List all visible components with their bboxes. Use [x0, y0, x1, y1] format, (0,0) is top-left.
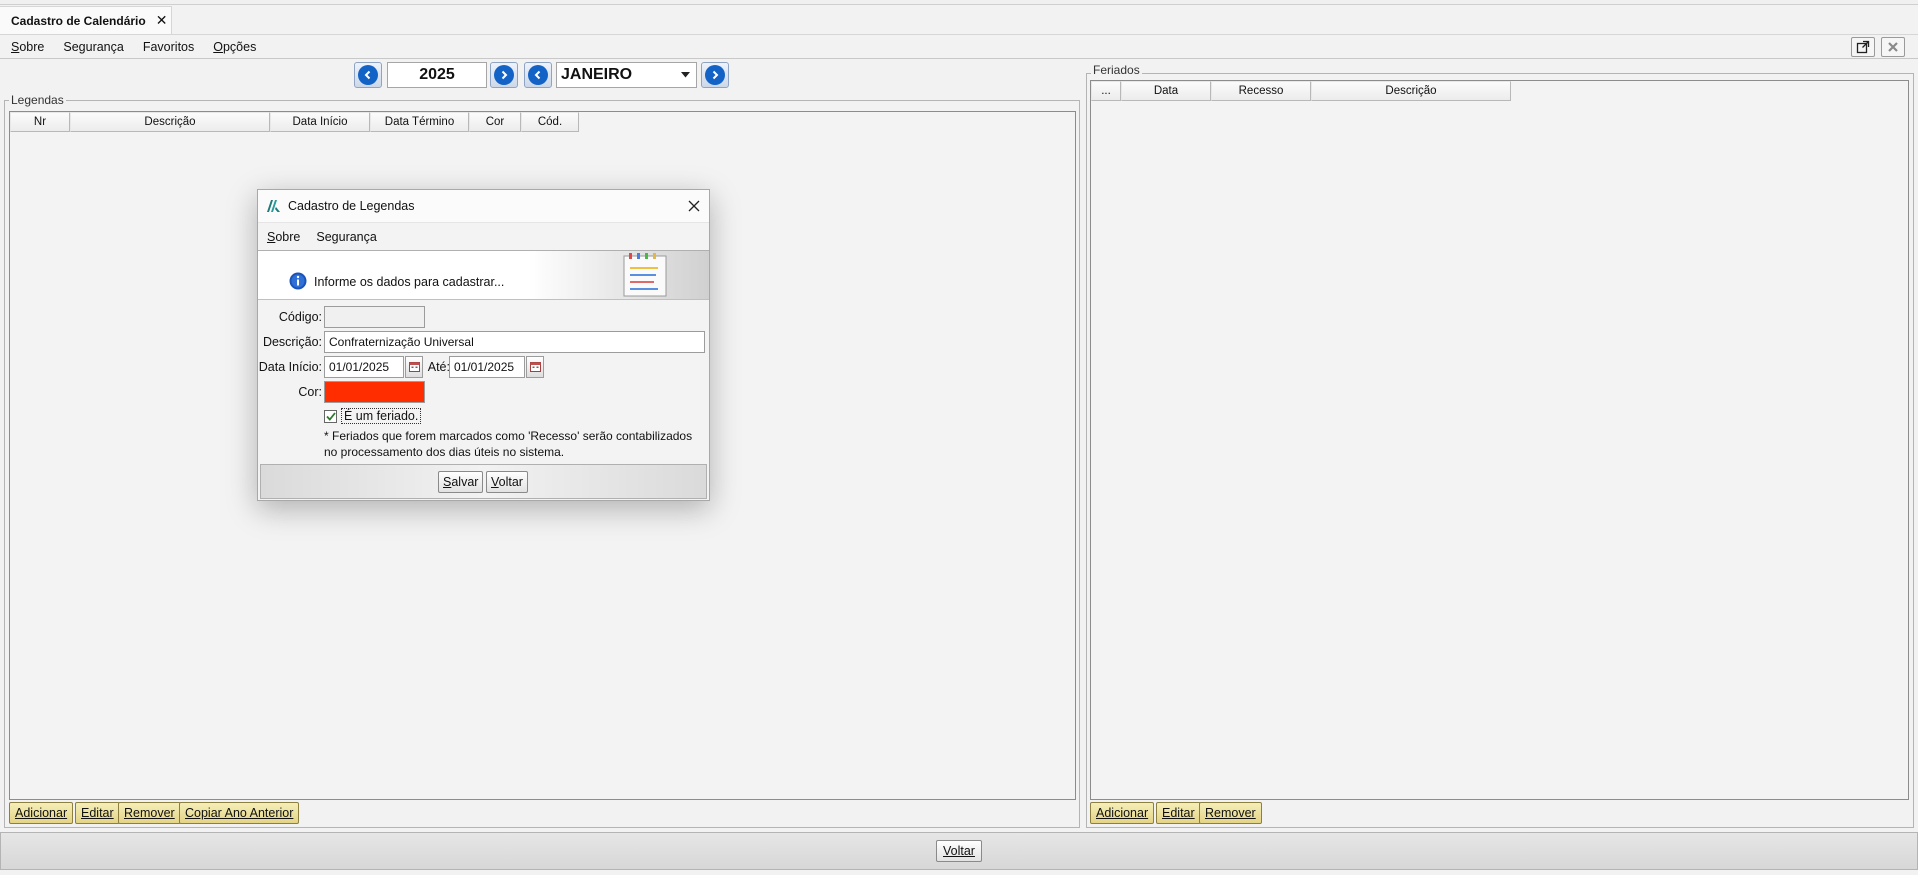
close-icon — [1888, 42, 1898, 52]
dialog-voltar-button[interactable]: Voltar — [486, 471, 528, 493]
chevron-right-icon — [705, 65, 725, 85]
tab-cadastro-calendario[interactable]: Cadastro de Calendário ✕ — [0, 6, 172, 34]
feriados-table-header: ... Data Recesso Descrição — [1091, 81, 1908, 101]
recesso-note-line-2: no processamento dos dias úteis no siste… — [324, 445, 565, 459]
col-feriado-descricao[interactable]: Descrição — [1311, 81, 1511, 101]
chevron-left-icon — [358, 65, 378, 85]
tab-close-icon[interactable]: ✕ — [156, 12, 168, 29]
tab-title: Cadastro de Calendário — [11, 13, 146, 28]
checkmark-icon — [325, 411, 336, 421]
menu-sobre[interactable]: Sobre — [0, 40, 52, 54]
dialog-close-icon[interactable] — [688, 200, 700, 212]
col-data-inicio[interactable]: Data Início — [270, 112, 370, 132]
dialog-voltar-label: Voltar — [491, 475, 523, 489]
legendas-edit-button[interactable]: Editar — [75, 802, 120, 824]
calendar-icon — [529, 362, 541, 372]
feriados-title: Feriados — [1091, 63, 1142, 77]
col-select[interactable]: ... — [1091, 81, 1121, 101]
legendas-add-button[interactable]: Adicionar — [9, 802, 74, 824]
recesso-note: * Feriados que forem marcados como 'Rece… — [324, 428, 692, 460]
next-month-button[interactable] — [701, 62, 729, 88]
col-data-termino[interactable]: Data Término — [370, 112, 469, 132]
previous-month-button[interactable] — [524, 62, 552, 88]
data-ate-input[interactable]: 01/01/2025 — [449, 356, 525, 378]
info-icon — [289, 272, 307, 290]
close-window-button[interactable] — [1881, 37, 1905, 57]
dialog-info-text: Informe os dados para cadastrar... — [314, 275, 505, 289]
dialog-menubar: Sobre Segurança — [258, 222, 709, 250]
menu-seguranca[interactable]: Segurança — [52, 40, 131, 54]
dialog-menu-seguranca[interactable]: Segurança — [316, 230, 376, 244]
data-inicio-calendar-button[interactable] — [405, 356, 423, 378]
app-logo-icon — [267, 200, 280, 212]
calendar-icon — [408, 362, 420, 372]
tab-divider — [0, 34, 1918, 35]
feriados-add-button[interactable]: Adicionar — [1090, 802, 1155, 824]
descricao-label: Descrição: — [262, 335, 322, 349]
recesso-note-line-1: * Feriados que forem marcados como 'Rece… — [324, 429, 693, 443]
footer-voltar-button[interactable]: Voltar — [936, 840, 982, 862]
feriados-edit-button[interactable]: Editar — [1156, 802, 1201, 824]
col-cor[interactable]: Cor — [469, 112, 521, 132]
cor-color-picker[interactable] — [324, 381, 425, 403]
menu-favoritos[interactable]: Favoritos — [132, 40, 202, 54]
codigo-label: Código: — [278, 310, 322, 324]
salvar-button[interactable]: Salvar — [438, 471, 484, 493]
dropdown-arrow-icon — [681, 72, 690, 78]
cor-label: Cor: — [298, 385, 322, 399]
window-top-edge — [0, 0, 1918, 5]
legendas-title: Legendas — [9, 93, 66, 107]
dialog-menu-sobre[interactable]: Sobre — [267, 230, 300, 244]
dialog-info-banner: Informe os dados para cadastrar... — [258, 250, 709, 300]
notepad-icon — [623, 253, 667, 297]
feriado-checkbox-row[interactable]: É um feriado. — [324, 408, 422, 424]
salvar-button-label: Salvar — [443, 475, 479, 489]
menubar-divider — [0, 58, 1918, 59]
data-inicio-label: Data Início: — [258, 360, 322, 374]
month-select-value: JANEIRO — [561, 66, 633, 83]
dialog-button-bar — [260, 464, 707, 499]
year-field[interactable]: 2025 — [387, 62, 487, 88]
legendas-table-header: Nr Descrição Data Início Data Término Co… — [10, 112, 1075, 132]
chevron-right-icon — [494, 65, 514, 85]
data-ate-calendar-button[interactable] — [526, 356, 544, 378]
feriado-checkbox-label[interactable]: É um feriado. — [341, 408, 422, 424]
legendas-remove-button[interactable]: Remover — [118, 802, 181, 824]
previous-year-button[interactable] — [354, 62, 382, 88]
col-recesso[interactable]: Recesso — [1211, 81, 1311, 101]
main-menubar: Sobre Segurança Favoritos Opções — [0, 36, 264, 58]
dialog-titlebar[interactable]: Cadastro de Legendas — [258, 190, 709, 222]
col-data[interactable]: Data — [1121, 81, 1211, 101]
col-descricao[interactable]: Descrição — [70, 112, 270, 132]
feriado-checkbox[interactable] — [324, 409, 337, 423]
data-inicio-input[interactable]: 01/01/2025 — [324, 356, 404, 378]
ate-label: Até: — [427, 360, 450, 374]
external-window-icon — [1856, 40, 1870, 54]
menu-opcoes[interactable]: Opções — [202, 40, 264, 54]
descricao-input[interactable]: Confraternização Universal — [324, 331, 705, 353]
dialog-title: Cadastro de Legendas — [288, 199, 415, 213]
col-cod[interactable]: Cód. — [521, 112, 579, 132]
chevron-left-icon — [528, 65, 548, 85]
detach-window-button[interactable] — [1851, 37, 1875, 57]
col-nr[interactable]: Nr — [10, 112, 70, 132]
feriados-remove-button[interactable]: Remover — [1199, 802, 1262, 824]
codigo-input[interactable] — [324, 306, 425, 328]
month-select[interactable]: JANEIRO — [556, 62, 697, 88]
copy-previous-year-button[interactable]: Copiar Ano Anterior — [179, 802, 300, 824]
cadastro-legendas-dialog: Cadastro de Legendas Sobre Segurança Inf… — [257, 189, 710, 501]
next-year-button[interactable] — [490, 62, 518, 88]
feriados-table[interactable]: ... Data Recesso Descrição — [1090, 80, 1909, 800]
